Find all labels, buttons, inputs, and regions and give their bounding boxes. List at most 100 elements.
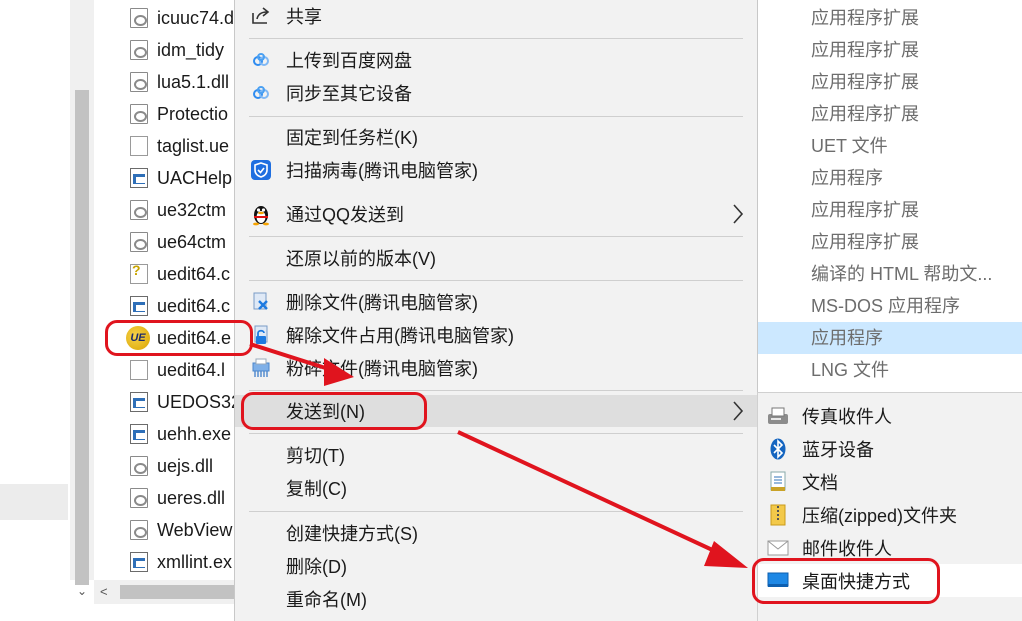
file-type-cell[interactable]: 应用程序扩展 [757, 98, 1022, 130]
file-list-item[interactable]: ueres.dll [120, 482, 236, 514]
submenu-item-fax[interactable]: 传真收件人 [758, 399, 1022, 432]
menu-item-delete-file-tencent[interactable]: 删除文件(腾讯电脑管家) [235, 286, 757, 318]
file-list-item[interactable]: idm_tidy [120, 34, 236, 66]
chevron-right-icon [731, 202, 745, 226]
dll-file-icon [130, 200, 148, 220]
file-list-item[interactable]: uedit64.l [120, 354, 236, 386]
file-type-cell[interactable]: LNG 文件 [757, 354, 1022, 386]
help-file-icon [130, 262, 148, 284]
menu-separator [249, 236, 743, 237]
file-list-item[interactable]: WebView [120, 514, 236, 546]
desktop-icon [767, 570, 789, 592]
file-name: uedit64.e [157, 327, 232, 348]
file-type-cell[interactable]: 应用程序扩展 [757, 66, 1022, 98]
menu-label-delete: 删除(D) [286, 557, 347, 577]
file-type-cell[interactable]: 应用程序扩展 [757, 34, 1022, 66]
file-type-cell[interactable]: 应用程序扩展 [757, 226, 1022, 258]
horizontal-scrollbar-thumb[interactable] [120, 585, 236, 599]
dll-file-icon [130, 104, 148, 124]
file-list-item[interactable]: xmllint.ex [120, 546, 236, 578]
file-list-item[interactable]: uehh.exe [120, 418, 236, 450]
submenu-label-bluetooth: 蓝牙设备 [802, 439, 874, 460]
file-list-item[interactable]: UACHelp [120, 162, 236, 194]
submenu-item-bluetooth[interactable]: 蓝牙设备 [758, 432, 1022, 465]
file-name: ueres.dll [157, 487, 226, 508]
send-to-submenu: 传真收件人 蓝牙设备 文档 压缩(zipped)文件夹 邮件收件人 桌面快捷方式 [757, 392, 1022, 621]
file-type-cell[interactable]: 应用程序 [757, 162, 1022, 194]
submenu-label-mail-recipient: 邮件收件人 [802, 538, 892, 559]
left-gutter [0, 0, 70, 621]
menu-item-cut[interactable]: 剪切(T) [235, 439, 757, 471]
menu-item-send-to[interactable]: 发送到(N) [235, 395, 757, 427]
file-type-cell[interactable]: UET 文件 [757, 130, 1022, 162]
menu-item-sync-devices[interactable]: 同步至其它设备 [235, 77, 757, 109]
file-name: uedit64.c [157, 263, 231, 284]
submenu-item-documents[interactable]: 文档 [758, 465, 1022, 498]
menu-item-upload-baidu[interactable]: 上传到百度网盘 [235, 44, 757, 76]
file-list-item[interactable]: Protectio [120, 98, 236, 130]
menu-separator [249, 38, 743, 39]
file-list: icuuc74.d idm_tidy lua5.1.dll Protectio tagl… [120, 0, 236, 580]
exe-file-icon [130, 424, 148, 444]
menu-item-share[interactable]: 共享 [235, 0, 757, 32]
file-list-item[interactable]: UE uedit64.e [120, 322, 236, 354]
fax-icon [767, 405, 789, 427]
menu-label-scan-virus: 扫描病毒(腾讯电脑管家) [286, 161, 478, 181]
file-name: xmllint.ex [157, 551, 233, 572]
file-type-cell[interactable]: MS-DOS 应用程序 [757, 290, 1022, 322]
file-list-item[interactable]: UEDOS32 [120, 386, 236, 418]
file-list-item[interactable]: lua5.1.dll [120, 66, 236, 98]
file-list-item[interactable]: ue32ctm [120, 194, 236, 226]
file-name: ue64ctm [157, 231, 227, 252]
menu-label-share: 共享 [286, 7, 322, 27]
scroll-down-icon[interactable]: ⌄ [70, 580, 94, 602]
menu-item-delete[interactable]: 删除(D) [235, 550, 757, 582]
exe-file-icon [130, 392, 148, 412]
file-list-item[interactable]: uejs.dll [120, 450, 236, 482]
menu-item-copy[interactable]: 复制(C) [235, 472, 757, 504]
documents-icon [767, 471, 789, 493]
file-list-item[interactable]: uedit64.c [120, 290, 236, 322]
dll-file-icon [130, 488, 148, 508]
menu-item-send-via-qq[interactable]: 通过QQ发送到 [235, 198, 757, 230]
dll-file-icon [130, 232, 148, 252]
file-type-cell[interactable]: 应用程序 [757, 322, 1022, 354]
tencent-shield-icon [250, 159, 272, 181]
menu-item-rename[interactable]: 重命名(M) [235, 583, 757, 615]
file-type-cell[interactable]: 编译的 HTML 帮助文... [757, 258, 1022, 290]
file-type-cell[interactable]: 应用程序扩展 [757, 2, 1022, 34]
file-name: taglist.ue [157, 135, 230, 156]
dll-file-icon [130, 40, 148, 60]
submenu-label-documents: 文档 [802, 472, 838, 493]
menu-item-shred-file[interactable]: 粉碎文件(腾讯电脑管家) [235, 352, 757, 384]
text-file-icon [130, 136, 148, 156]
menu-item-scan-virus[interactable]: 扫描病毒(腾讯电脑管家) [235, 154, 757, 186]
submenu-item-desktop-shortcut[interactable]: 桌面快捷方式 [758, 564, 1022, 597]
menu-item-unlock-file[interactable]: 解除文件占用(腾讯电脑管家) [235, 319, 757, 351]
vertical-scrollbar-thumb[interactable] [75, 90, 89, 585]
file-list-item[interactable]: ue64ctm [120, 226, 236, 258]
file-name: ue32ctm [157, 199, 227, 220]
menu-item-restore-versions[interactable]: 还原以前的版本(V) [235, 242, 757, 274]
file-name: uedit64.l [157, 359, 226, 380]
file-name: WebView [157, 519, 233, 540]
baidu-netdisk-icon [250, 49, 272, 71]
sync-cloud-icon [250, 82, 272, 104]
file-name: uejs.dll [157, 455, 214, 476]
submenu-item-zip-folder[interactable]: 压缩(zipped)文件夹 [758, 498, 1022, 531]
bluetooth-icon [767, 438, 789, 460]
menu-item-pin-taskbar[interactable]: 固定到任务栏(K) [235, 121, 757, 153]
file-list-item[interactable]: taglist.ue [120, 130, 236, 162]
mail-icon [767, 537, 789, 559]
file-list-item[interactable]: uedit64.c [120, 258, 236, 290]
delete-file-icon [250, 291, 272, 313]
menu-label-create-shortcut: 创建快捷方式(S) [286, 524, 418, 544]
file-type-column: 应用程序扩展 应用程序扩展 应用程序扩展 应用程序扩展 UET 文件 应用程序 应用程序扩展… [757, 0, 1022, 390]
file-name: uedit64.c [157, 295, 231, 316]
file-list-item[interactable]: icuuc74.d [120, 2, 236, 34]
vertical-scrollbar[interactable] [70, 0, 94, 585]
scroll-left-icon[interactable]: < [100, 580, 120, 604]
menu-item-create-shortcut[interactable]: 创建快捷方式(S) [235, 517, 757, 549]
submenu-item-mail-recipient[interactable]: 邮件收件人 [758, 531, 1022, 564]
file-type-cell[interactable]: 应用程序扩展 [757, 194, 1022, 226]
